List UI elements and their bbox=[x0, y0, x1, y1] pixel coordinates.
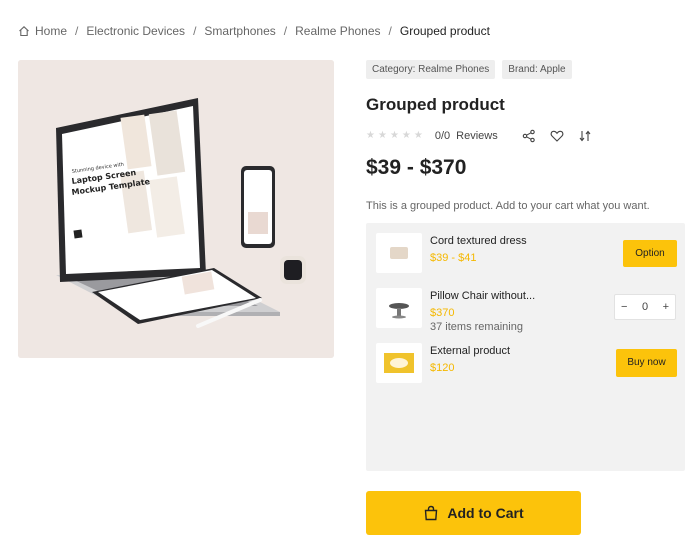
price-range: $39 - $370 bbox=[366, 156, 467, 179]
option-button[interactable]: Option bbox=[623, 240, 677, 267]
breadcrumb-home[interactable]: Home bbox=[35, 24, 67, 38]
decrease-button[interactable]: − bbox=[621, 301, 627, 313]
star-icon: ★ bbox=[377, 130, 387, 141]
breadcrumb-smartphones[interactable]: Smartphones bbox=[204, 24, 275, 38]
home-icon[interactable] bbox=[18, 25, 30, 37]
star-icon: ★ bbox=[366, 130, 375, 141]
product-thumbnail[interactable] bbox=[376, 343, 422, 383]
product-image[interactable]: Stunning device with Laptop Screen Mocku… bbox=[18, 60, 334, 358]
grouped-item: Pillow Chair without... $370 37 items re… bbox=[376, 288, 676, 333]
star-icon: ★ bbox=[401, 130, 411, 141]
bag-icon bbox=[423, 505, 439, 521]
grouped-item-name[interactable]: External product bbox=[430, 345, 510, 357]
star-icon: ★ bbox=[389, 130, 399, 141]
product-title: Grouped product bbox=[366, 95, 505, 114]
grouped-item-price: $39 - $41 bbox=[430, 252, 477, 264]
buy-now-button[interactable]: Buy now bbox=[616, 349, 677, 377]
brand-tag[interactable]: Brand: Apple bbox=[502, 60, 572, 79]
grouped-products-panel: Cord textured dress $39 - $41 Option Pil… bbox=[366, 223, 685, 471]
product-thumbnail[interactable] bbox=[376, 288, 422, 328]
category-tag[interactable]: Category: Realme Phones bbox=[366, 60, 496, 79]
breadcrumb: Home / Electronic Devices / Smartphones … bbox=[18, 24, 490, 38]
grouped-item-price: $370 bbox=[430, 307, 455, 319]
breadcrumb-realme-phones[interactable]: Realme Phones bbox=[295, 24, 380, 38]
breadcrumb-separator: / bbox=[193, 24, 197, 38]
add-to-cart-button[interactable]: Add to Cart bbox=[366, 491, 581, 535]
increase-button[interactable]: + bbox=[663, 301, 669, 313]
rating-actions-row: ★ ★ ★ ★ ★ 0/0 Reviews bbox=[366, 129, 592, 143]
grouped-item: Cord textured dress $39 - $41 Option bbox=[376, 233, 677, 277]
stock-status: 37 items remaining bbox=[430, 321, 523, 333]
product-tags: Category: Realme Phones Brand: Apple bbox=[366, 60, 572, 79]
share-icon[interactable] bbox=[522, 129, 536, 143]
breadcrumb-separator: / bbox=[283, 24, 288, 38]
add-to-cart-label: Add to Cart bbox=[447, 505, 524, 521]
breadcrumb-electronic-devices[interactable]: Electronic Devices bbox=[86, 24, 185, 38]
breadcrumb-separator: / bbox=[75, 24, 79, 38]
star-rating: ★ ★ ★ ★ ★ bbox=[366, 131, 423, 141]
reviews-link[interactable]: Reviews bbox=[456, 130, 498, 142]
grouped-item: External product $120 Buy now bbox=[376, 343, 677, 387]
quantity-stepper[interactable]: − 0 + bbox=[614, 294, 676, 320]
device-mockup-illustration: Stunning device with Laptop Screen Mocku… bbox=[18, 60, 334, 358]
review-count: 0/0 bbox=[434, 130, 451, 142]
star-icon: ★ bbox=[413, 130, 423, 141]
product-thumbnail[interactable] bbox=[376, 233, 422, 273]
grouped-item-name[interactable]: Pillow Chair without... bbox=[430, 290, 535, 302]
breadcrumb-current: Grouped product bbox=[399, 24, 490, 38]
heart-icon[interactable] bbox=[550, 129, 564, 143]
grouped-item-price: $120 bbox=[430, 362, 455, 374]
compare-icon[interactable] bbox=[578, 129, 592, 143]
grouped-item-name[interactable]: Cord textured dress bbox=[430, 235, 527, 247]
quantity-value[interactable]: 0 bbox=[642, 301, 648, 313]
breadcrumb-separator: / bbox=[388, 24, 392, 38]
product-description: This is a grouped product. Add to your c… bbox=[366, 200, 650, 212]
